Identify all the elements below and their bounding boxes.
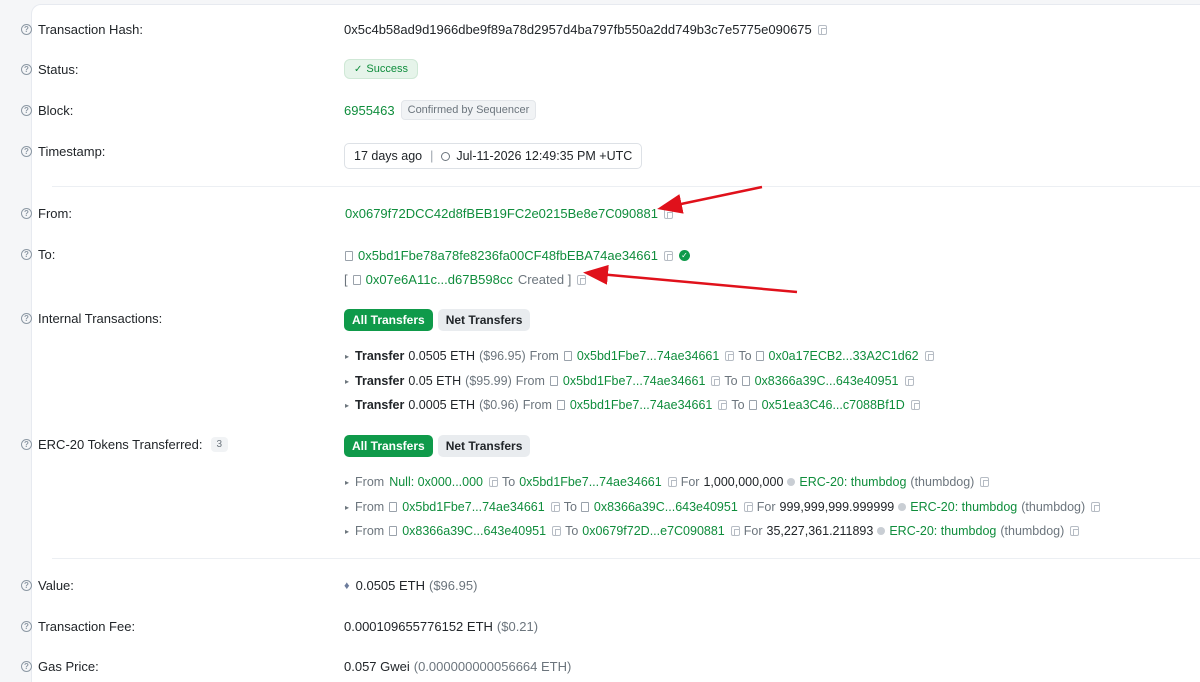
annotation-arrow-created xyxy=(583,264,798,294)
annotation-arrows xyxy=(583,185,798,294)
annotation-arrow-from xyxy=(657,185,763,214)
